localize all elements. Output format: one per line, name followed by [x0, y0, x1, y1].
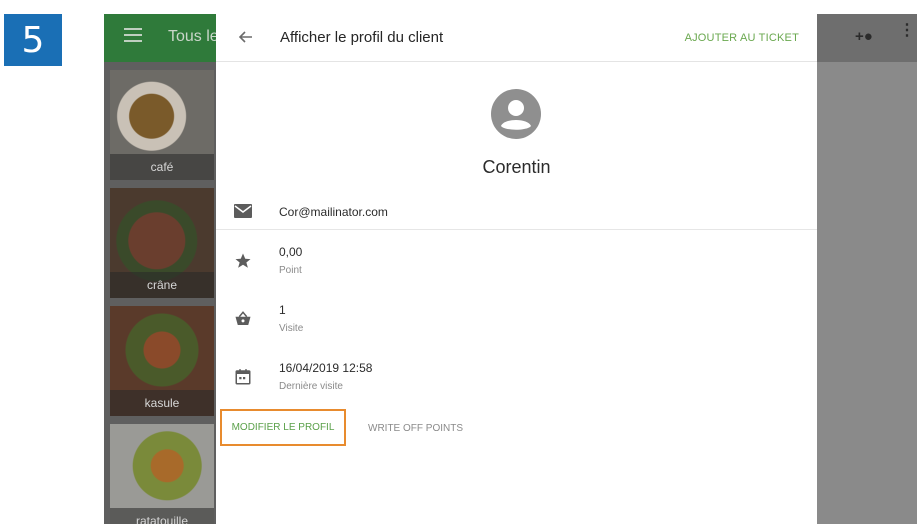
add-customer-icon[interactable]: +●	[855, 28, 873, 45]
more-options-icon[interactable]: ⋮	[899, 23, 915, 39]
avatar-icon	[490, 88, 542, 140]
item-tile-label: ratatouille	[110, 508, 214, 524]
item-tile-crane[interactable]: crâne	[110, 188, 214, 298]
visits-value: 1	[279, 303, 286, 317]
email-value: Cor@mailinator.com	[279, 205, 388, 219]
item-tile-kasule[interactable]: kasule	[110, 306, 214, 416]
back-arrow-icon[interactable]	[236, 27, 256, 47]
item-tile-label: crâne	[110, 272, 214, 298]
basket-icon	[234, 310, 254, 330]
divider	[216, 229, 817, 230]
customer-profile-sheet: Afficher le profil du client AJOUTER AU …	[216, 14, 817, 524]
star-icon	[234, 252, 254, 272]
points-value: 0,00	[279, 245, 303, 259]
add-to-ticket-button[interactable]: AJOUTER AU TICKET	[685, 32, 799, 44]
visits-label: Visite	[279, 323, 304, 334]
sheet-header: Afficher le profil du client AJOUTER AU …	[216, 14, 817, 62]
hamburger-menu-icon[interactable]	[124, 28, 142, 42]
step-number-badge: 5	[4, 14, 62, 66]
item-tile-label: kasule	[110, 390, 214, 416]
client-name: Corentin	[482, 157, 551, 177]
background-app-title: Tous le	[168, 28, 219, 45]
edit-profile-button[interactable]: MODIFIER LE PROFIL	[220, 409, 346, 446]
calendar-icon	[234, 368, 254, 388]
item-tile-label: café	[110, 154, 214, 180]
email-icon	[234, 204, 254, 224]
write-off-points-button[interactable]: WRITE OFF POINTS	[368, 423, 463, 434]
background-toolbar-right: +● ⋮	[817, 14, 917, 62]
item-tile-cafe[interactable]: café	[110, 70, 214, 180]
item-tile-ratatouille[interactable]: ratatouille	[110, 424, 214, 524]
points-label: Point	[279, 265, 302, 276]
last-visit-label: Dernière visite	[279, 381, 343, 392]
last-visit-value: 16/04/2019 12:58	[279, 361, 373, 375]
page-title: Afficher le profil du client	[280, 29, 444, 46]
background-content-dimmed	[817, 62, 917, 524]
